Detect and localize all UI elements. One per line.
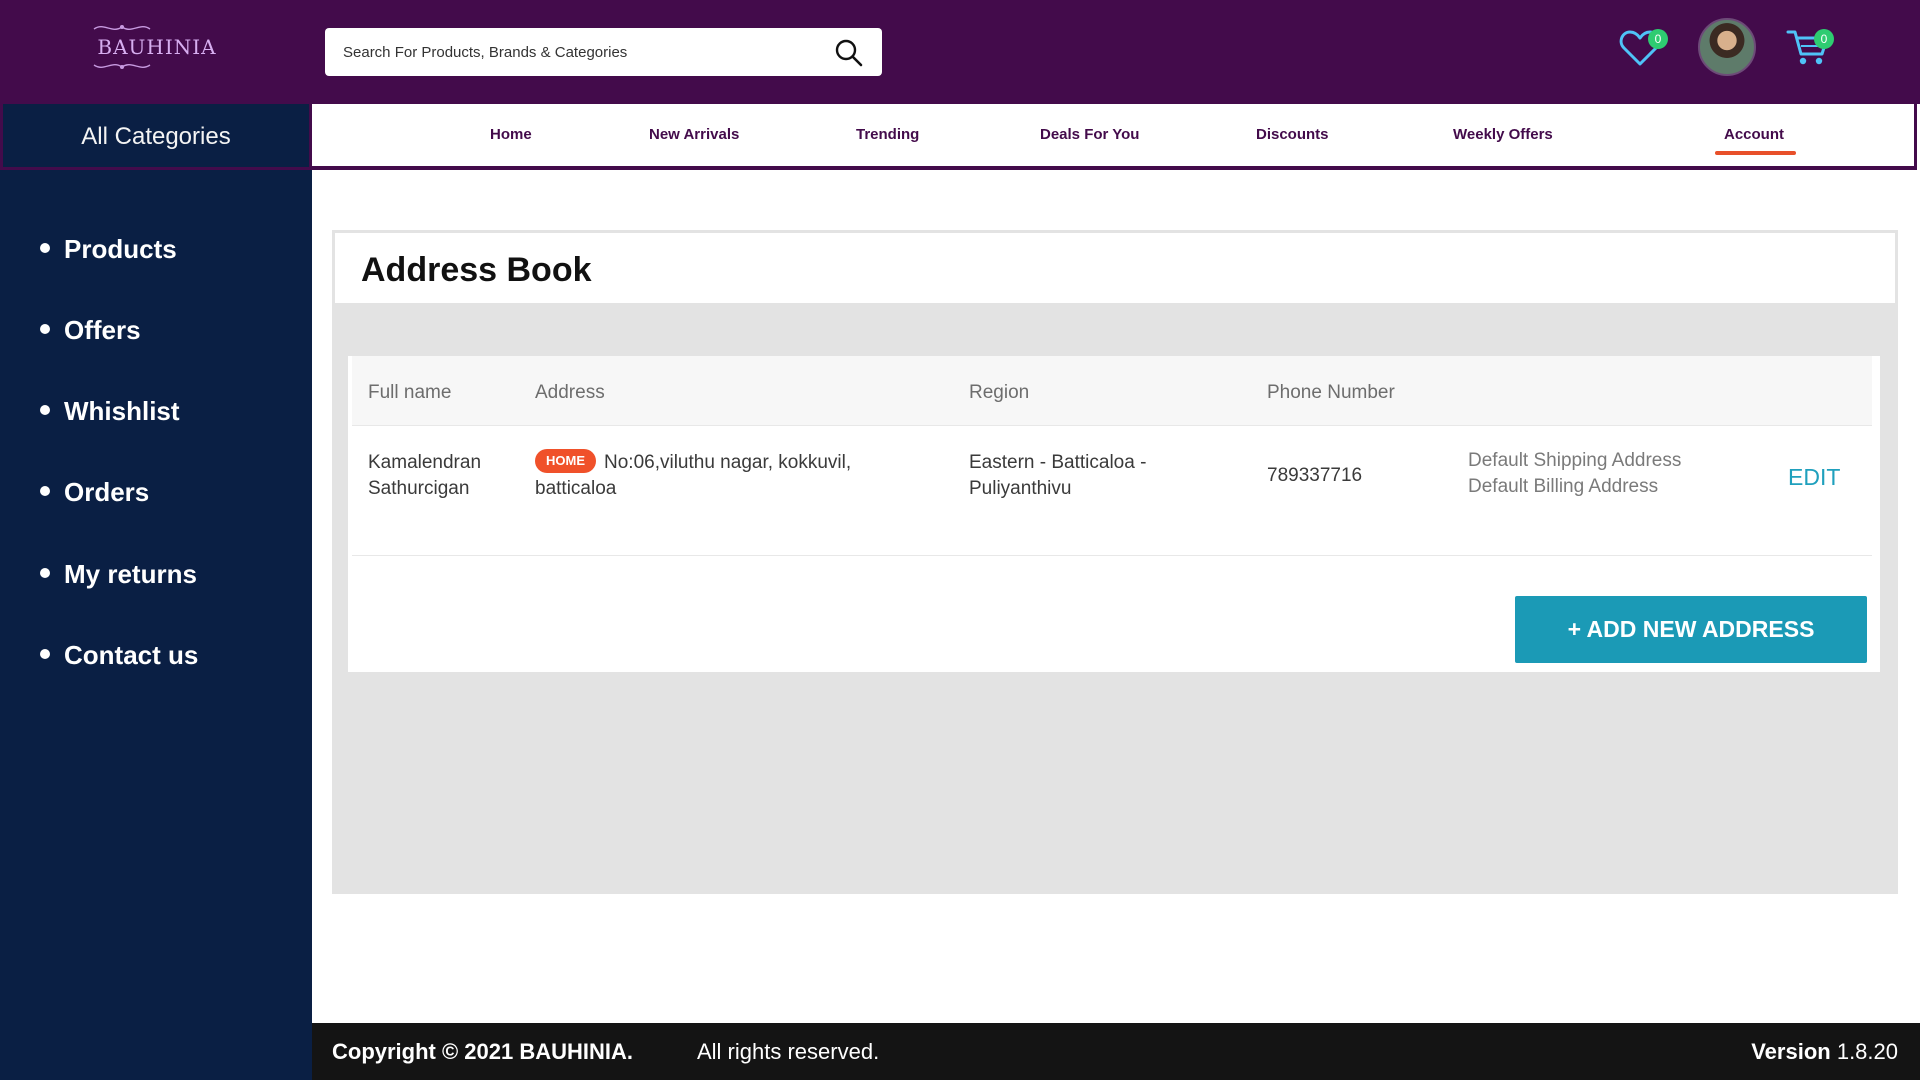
search-input[interactable] <box>325 28 825 76</box>
address-book-header: Address Book <box>332 230 1898 306</box>
sidebar-item-offers[interactable]: Offers <box>40 310 141 350</box>
version-info: Version 1.8.20 <box>1751 1039 1898 1064</box>
region-cell: Eastern - Batticaloa - Puliyanthivu <box>969 452 1147 499</box>
sidebar-item-contact-us[interactable]: Contact us <box>40 635 198 675</box>
phone-cell: 789337716 <box>1267 465 1363 486</box>
sidebar-item-orders[interactable]: Orders <box>40 472 149 512</box>
nav-active-indicator <box>1715 151 1796 155</box>
brand-logo[interactable]: BAUHINIA <box>92 22 222 80</box>
brand-name: BAUHINIA <box>97 35 217 59</box>
bullet-icon <box>40 405 50 416</box>
column-phone-number: Phone Number <box>1267 382 1395 403</box>
nav-account[interactable]: Account <box>1724 126 1784 143</box>
search-bar <box>325 28 882 76</box>
nav-new-arrivals[interactable]: New Arrivals <box>649 126 739 143</box>
nav-discounts[interactable]: Discounts <box>1256 126 1329 143</box>
sidebar-item-my-returns[interactable]: My returns <box>40 554 197 594</box>
logo-ornament-bottom-icon <box>93 64 151 69</box>
nav-home[interactable]: Home <box>490 126 532 143</box>
avatar[interactable] <box>1698 18 1756 76</box>
column-region: Region <box>969 382 1030 403</box>
rights-text: All rights reserved. <box>697 1039 880 1064</box>
bullet-icon <box>40 649 50 660</box>
search-icon[interactable] <box>834 38 864 68</box>
column-full-name: Full name <box>368 382 452 403</box>
default-address-cell: Default Shipping Address Default Billing… <box>1468 450 1682 497</box>
home-tag-badge: HOME <box>535 448 596 473</box>
nav-deals-for-you[interactable]: Deals For You <box>1040 126 1139 143</box>
copyright-text: Copyright © 2021 BAUHINIA. <box>332 1039 634 1064</box>
cart-count-badge: 0 <box>1814 29 1834 49</box>
bullet-icon <box>40 486 50 497</box>
table-header: Full name Address Region Phone Number <box>352 356 1872 426</box>
column-address: Address <box>535 382 605 403</box>
bullet-icon <box>40 243 50 254</box>
all-categories-button[interactable]: All Categories <box>0 104 312 170</box>
table-row: Kamalendran Sathurcigan HOME No:06,viluth… <box>352 426 1872 556</box>
add-new-address-button[interactable]: + ADD NEW ADDRESS <box>1515 596 1867 663</box>
logo-ornament-icon <box>93 25 151 30</box>
edit-address-link[interactable]: EDIT <box>1788 464 1840 491</box>
footer: Copyright © 2021 BAUHINIA. All rights re… <box>312 1023 1920 1080</box>
main-nav: Home New Arrivals Trending Deals For You… <box>312 104 1917 170</box>
address-table-card: Full name Address Region Phone Number Ka… <box>348 356 1880 672</box>
page-title: Address Book <box>361 251 592 289</box>
sidebar: Products Offers Whishlist Orders My retu… <box>0 170 312 1080</box>
nav-weekly-offers[interactable]: Weekly Offers <box>1453 126 1553 143</box>
wishlist-count-badge: 0 <box>1648 29 1668 49</box>
bullet-icon <box>40 324 50 335</box>
sidebar-item-products[interactable]: Products <box>40 229 177 269</box>
sidebar-item-whishlist[interactable]: Whishlist <box>40 391 180 431</box>
bullet-icon <box>40 568 50 579</box>
top-header: BAUHINIA 0 0 <box>0 0 1920 104</box>
full-name-cell: Kamalendran Sathurcigan <box>368 452 482 499</box>
nav-trending[interactable]: Trending <box>856 126 919 143</box>
address-cell: HOME No:06,viluthu nagar, kokkuvil, batti… <box>535 448 851 502</box>
